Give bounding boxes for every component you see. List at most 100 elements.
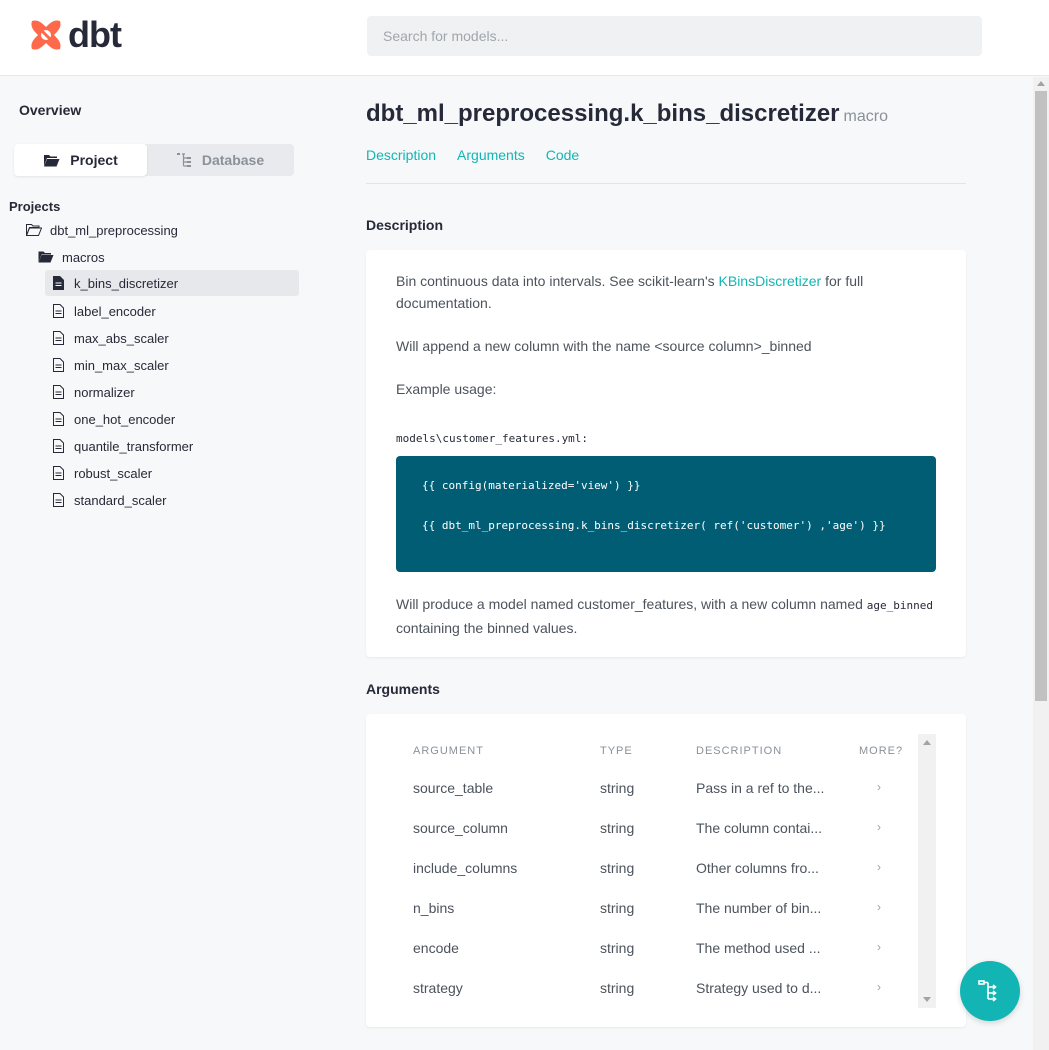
file-icon <box>50 385 66 399</box>
overview-link[interactable]: Overview <box>19 102 81 118</box>
chevron-right-icon[interactable]: › <box>877 900 881 914</box>
top-header: dbt <box>0 0 1049 76</box>
description-heading: Description <box>366 217 444 233</box>
file-filled-icon <box>50 276 66 290</box>
table-scrollbar[interactable] <box>918 734 936 1008</box>
column-header-description: DESCRIPTION <box>696 745 783 757</box>
tree-macros-folder[interactable]: macros <box>38 244 105 270</box>
inline-code: age_binned <box>866 599 934 612</box>
sidebar-item-label: normalizer <box>74 384 135 400</box>
tab-code[interactable]: Code <box>546 147 579 163</box>
argument-type: string <box>600 900 635 916</box>
sidebar-item-label-encoder[interactable]: label_encoder <box>50 298 156 324</box>
sidebar-item-max-abs-scaler[interactable]: max_abs_scaler <box>50 325 169 351</box>
search-input[interactable] <box>367 16 982 56</box>
tab-description[interactable]: Description <box>366 147 436 163</box>
file-icon <box>50 439 66 453</box>
description-text: documentation. <box>396 295 492 311</box>
chevron-right-icon[interactable]: › <box>877 820 881 834</box>
description-text: containing the binned values. <box>396 620 578 636</box>
description-text: Will produce a model named customer_feat… <box>396 596 867 612</box>
sidebar-item-label: min_max_scaler <box>74 357 169 373</box>
argument-type: string <box>600 860 635 876</box>
sidebar-item-label: robust_scaler <box>74 465 153 481</box>
project-toggle-button[interactable]: Project <box>14 144 147 176</box>
sidebar-item-robust-scaler[interactable]: robust_scaler <box>50 460 152 486</box>
column-header-argument: ARGUMENT <box>413 745 484 757</box>
logo-text: dbt <box>68 14 122 55</box>
argument-name: encode <box>413 940 459 956</box>
description-paragraph-3: Example usage: <box>396 381 497 397</box>
chevron-right-icon[interactable]: › <box>877 860 881 874</box>
description-paragraph-1: Bin continuous data into intervals. See … <box>396 270 936 314</box>
dbt-logo[interactable]: dbt <box>28 14 122 55</box>
scrollbar-thumb[interactable] <box>1035 91 1047 701</box>
file-icon <box>50 331 66 345</box>
argument-description: The method used ... <box>696 940 821 956</box>
code-line: {{ config(materialized='view') }} <box>422 479 641 492</box>
file-icon <box>50 412 66 426</box>
description-text: for full <box>821 273 864 289</box>
scroll-down-arrow-icon[interactable] <box>923 997 931 1002</box>
sidebar-item-one-hot-encoder[interactable]: one_hot_encoder <box>50 406 175 432</box>
chevron-right-icon[interactable]: › <box>877 780 881 794</box>
argument-name: include_columns <box>413 860 518 876</box>
file-icon <box>50 493 66 507</box>
scroll-up-arrow-icon[interactable] <box>1037 81 1045 86</box>
argument-description: Other columns fro... <box>696 860 819 876</box>
sidebar-item-label: k_bins_discretizer <box>74 275 179 291</box>
kbins-discretizer-link[interactable]: KBinsDiscretizer <box>719 273 822 289</box>
sidebar-item-standard-scaler[interactable]: standard_scaler <box>50 487 167 513</box>
sidebar-item-k-bins-discretizer[interactable]: k_bins_discretizer <box>45 270 299 296</box>
sidebar-item-normalizer[interactable]: normalizer <box>50 379 135 405</box>
resource-kind: macro <box>843 108 888 125</box>
argument-description: Pass in a ref to the... <box>696 780 825 796</box>
file-icon <box>50 304 66 318</box>
sidebar-item-quantile-transformer[interactable]: quantile_transformer <box>50 433 193 459</box>
tabs-divider <box>366 183 966 184</box>
column-header-type: TYPE <box>600 745 633 757</box>
sidebar-item-label: quantile_transformer <box>74 438 194 454</box>
page-title: dbt_ml_preprocessing.k_bins_discretizer m… <box>366 100 888 128</box>
folder-open-icon <box>43 154 60 167</box>
dbt-logo-icon <box>31 20 61 50</box>
macro-name: dbt_ml_preprocessing.k_bins_discretizer <box>366 100 840 127</box>
database-toggle-label: Database <box>201 152 265 168</box>
lineage-graph-button[interactable] <box>960 961 1020 1021</box>
code-line: {{ dbt_ml_preprocessing.k_bins_discretiz… <box>422 519 886 532</box>
column-header-more: MORE? <box>859 745 904 757</box>
database-toggle-button[interactable]: Database <box>147 144 294 176</box>
description-paragraph-2: Will append a new column with the name <… <box>396 338 812 354</box>
arguments-card: ARGUMENT TYPE DESCRIPTION MORE? source_t… <box>366 714 966 1027</box>
argument-name: strategy <box>413 980 463 996</box>
chevron-right-icon[interactable]: › <box>877 980 881 994</box>
page-scrollbar[interactable] <box>1033 77 1049 1050</box>
code-filename: models\customer_features.yml: <box>396 432 589 445</box>
description-card: Bin continuous data into intervals. See … <box>366 250 966 657</box>
sidebar-item-label: label_encoder <box>74 303 156 319</box>
arguments-heading: Arguments <box>366 681 440 697</box>
tree-macros-label: macros <box>62 249 105 265</box>
tab-arguments[interactable]: Arguments <box>457 147 525 163</box>
tree-project-folder[interactable]: dbt_ml_preprocessing <box>26 217 178 243</box>
code-block: {{ config(materialized='view') }} {{ dbt… <box>396 456 936 572</box>
sidebar-item-min-max-scaler[interactable]: min_max_scaler <box>50 352 169 378</box>
sidebar: Overview Project Database Projects dbt_m… <box>0 77 310 1050</box>
sidebar-item-label: max_abs_scaler <box>74 330 169 346</box>
argument-type: string <box>600 940 635 956</box>
view-toggle: Project Database <box>14 144 294 176</box>
project-toggle-label: Project <box>70 152 118 168</box>
argument-description: Strategy used to d... <box>696 980 822 996</box>
argument-name: source_column <box>413 820 508 836</box>
folder-open-icon <box>26 224 42 236</box>
argument-type: string <box>600 780 635 796</box>
file-icon <box>50 466 66 480</box>
scroll-up-arrow-icon[interactable] <box>923 740 931 745</box>
description-text: Bin continuous data into intervals. See … <box>396 273 719 289</box>
section-tabs: Description Arguments Code <box>366 147 579 163</box>
tree-project-label: dbt_ml_preprocessing <box>50 222 178 238</box>
chevron-right-icon[interactable]: › <box>877 940 881 954</box>
argument-type: string <box>600 980 635 996</box>
database-tree-icon <box>176 153 192 167</box>
lineage-graph-icon <box>978 980 997 1002</box>
